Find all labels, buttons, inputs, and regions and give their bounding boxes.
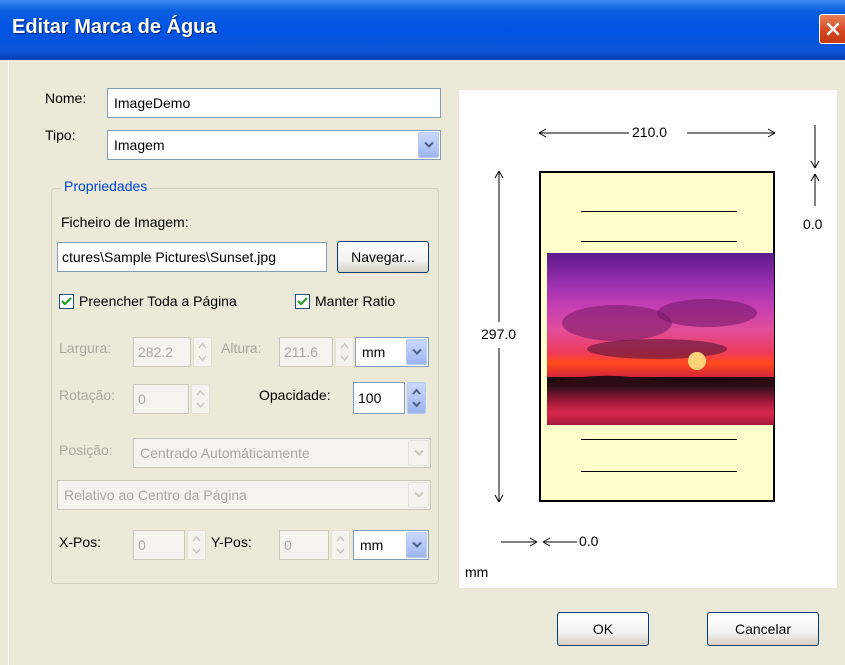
chevron-down-icon (413, 449, 424, 456)
top-offset-label: 0.0 (803, 216, 823, 232)
width-spinner[interactable] (193, 337, 212, 367)
width-input[interactable]: 282.2 (133, 337, 191, 367)
height-input[interactable]: 211.6 (279, 337, 333, 367)
chevron-down-icon (423, 141, 434, 148)
width-dimension-label: 210.0 (632, 124, 668, 140)
xpos-label: X-Pos: (59, 534, 102, 550)
title-bar: Editar Marca de Água (0, 0, 845, 60)
width-label: Largura: (59, 340, 112, 356)
rotation-input[interactable]: 0 (133, 384, 189, 414)
position-dropdown-button[interactable] (408, 440, 429, 466)
preview-unit-label: mm (465, 564, 489, 580)
position-select[interactable]: Centrado Automáticamente (133, 438, 431, 468)
height-dimension-label: 297.0 (481, 326, 517, 342)
relative-position-dropdown-button[interactable] (408, 482, 429, 508)
pos-unit-select[interactable]: mm (353, 530, 429, 560)
opacity-label: Opacidade: (259, 387, 331, 403)
height-spinner[interactable] (335, 337, 354, 367)
image-file-input[interactable]: ctures\Sample Pictures\Sunset.jpg (57, 242, 327, 272)
opacity-input[interactable]: 100 (353, 382, 405, 414)
fill-page-label: Preencher Toda a Página (79, 293, 237, 309)
ok-button[interactable]: OK (557, 612, 649, 646)
checkmark-icon (297, 297, 308, 306)
xpos-spinner[interactable] (187, 530, 206, 560)
dialog-body: Nome: ImageDemo Tipo: Imagem Propriedade… (8, 60, 845, 665)
spinner-arrows-icon (198, 342, 207, 362)
chevron-down-icon (411, 348, 422, 355)
page-text-line (581, 471, 737, 472)
relative-position-select[interactable]: Relativo ao Centro da Página (57, 480, 431, 510)
keep-ratio-checkbox[interactable] (295, 294, 310, 309)
page-text-line (581, 241, 737, 242)
properties-group-title: Propriedades (61, 178, 151, 194)
size-unit-dropdown-button[interactable] (406, 339, 427, 365)
relative-position-value: Relativo ao Centro da Página (64, 487, 247, 503)
rotation-label: Rotação: (59, 387, 116, 403)
page-text-line (581, 439, 737, 440)
rotation-spinner[interactable] (191, 384, 210, 414)
size-unit-value: mm (362, 344, 386, 360)
xpos-input[interactable]: 0 (133, 530, 185, 560)
spinner-arrows-icon (340, 342, 349, 362)
position-label: Posição: (59, 442, 113, 458)
type-dropdown-button[interactable] (418, 132, 439, 158)
keep-ratio-label: Manter Ratio (315, 293, 396, 309)
checkmark-icon (61, 297, 72, 306)
size-unit-select[interactable]: mm (355, 337, 429, 367)
image-file-label: Ficheiro de Imagem: (61, 214, 189, 230)
opacity-spinner[interactable] (407, 382, 426, 414)
chevron-down-icon (411, 541, 422, 548)
spinner-arrows-icon (196, 389, 205, 409)
left-offset-label: 0.0 (579, 533, 599, 549)
fill-page-checkbox[interactable] (59, 294, 74, 309)
watermark-preview: 210.0 297.0 0.0 0.0 mm (459, 90, 837, 588)
sunset-clouds (547, 299, 774, 387)
type-select[interactable]: Imagem (107, 130, 441, 160)
dialog-title: Editar Marca de Água (12, 16, 217, 38)
page-outline (539, 171, 775, 502)
cancel-button[interactable]: Cancelar (707, 612, 819, 646)
watermark-image (547, 253, 774, 425)
spinner-arrows-icon (336, 535, 345, 555)
ypos-input[interactable]: 0 (279, 530, 329, 560)
type-select-value: Imagem (114, 137, 165, 153)
name-label: Nome: (45, 90, 87, 106)
pos-unit-value: mm (360, 537, 384, 553)
ypos-label: Y-Pos: (211, 534, 252, 550)
close-button[interactable] (819, 14, 845, 44)
close-icon (826, 22, 840, 36)
ypos-spinner[interactable] (331, 530, 350, 560)
position-select-value: Centrado Automáticamente (140, 445, 310, 461)
spinner-arrows-icon (412, 388, 421, 408)
name-input[interactable]: ImageDemo (107, 88, 441, 118)
chevron-down-icon (413, 491, 424, 498)
height-label: Altura: (221, 340, 262, 356)
page-text-line (581, 211, 737, 212)
spinner-arrows-icon (192, 535, 201, 555)
browse-button[interactable]: Navegar... (337, 241, 429, 273)
type-label: Tipo: (45, 127, 76, 143)
pos-unit-dropdown-button[interactable] (406, 532, 427, 558)
